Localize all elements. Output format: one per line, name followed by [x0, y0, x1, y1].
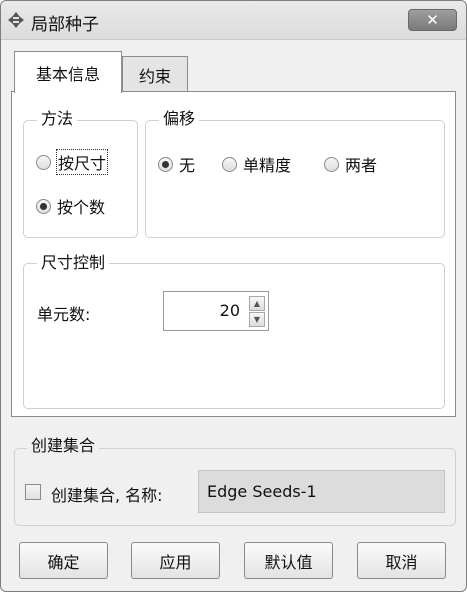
- bias-group-title: 偏移: [159, 110, 200, 128]
- cancel-button-label: 取消: [385, 552, 418, 572]
- method-by-count-radio[interactable]: 按个数: [36, 194, 105, 218]
- apply-button[interactable]: 应用: [131, 542, 220, 579]
- defaults-button-label: 默认值: [264, 552, 313, 572]
- bias-none-radio[interactable]: 无: [158, 152, 195, 176]
- radio-label: 按尺寸: [55, 149, 109, 175]
- radio-button[interactable]: [222, 156, 237, 172]
- cancel-button[interactable]: 取消: [357, 542, 446, 579]
- method-by-size-radio[interactable]: 按尺寸: [36, 149, 109, 175]
- create-set-label: 创建集合, 名称:: [51, 486, 163, 505]
- tab-basic-info[interactable]: 基本信息: [14, 51, 122, 93]
- ok-button[interactable]: 确定: [19, 542, 108, 579]
- ok-button-label: 确定: [47, 552, 80, 572]
- local-seeds-dialog: 局部种子 ✕ 基本信息 约束 方法 按尺寸 按个数 偏移 无 单精度 两者 尺寸…: [0, 0, 467, 592]
- spin-down-button[interactable]: ▼: [249, 312, 265, 327]
- tab-label: 基本信息: [35, 64, 100, 84]
- close-icon: ✕: [426, 11, 439, 29]
- arrow-down-icon: ▼: [253, 315, 261, 324]
- defaults-button[interactable]: 默认值: [244, 542, 333, 579]
- bias-single-radio[interactable]: 单精度: [222, 152, 291, 176]
- method-group-title: 方法: [37, 110, 78, 128]
- arrow-up-icon: ▲: [253, 299, 261, 308]
- apply-button-label: 应用: [159, 552, 192, 572]
- tab-constraints[interactable]: 约束: [122, 56, 188, 93]
- element-count-value: 20: [219, 301, 240, 320]
- size-control-group: [23, 263, 445, 409]
- create-set-group-title: 创建集合: [27, 437, 100, 455]
- close-button[interactable]: ✕: [408, 9, 457, 31]
- move-arrows-icon: [8, 12, 24, 28]
- radio-button[interactable]: [36, 154, 51, 170]
- method-group: [23, 120, 138, 238]
- radio-label: 两者: [345, 156, 378, 175]
- set-name-field[interactable]: Edge Seeds-1: [198, 470, 445, 513]
- element-count-label: 单元数:: [37, 305, 91, 324]
- size-control-group-title: 尺寸控制: [37, 254, 110, 272]
- bias-both-radio[interactable]: 两者: [324, 152, 377, 176]
- set-name-value: Edge Seeds-1: [207, 482, 317, 501]
- spin-up-button[interactable]: ▲: [249, 296, 265, 311]
- radio-button[interactable]: [324, 156, 339, 172]
- radio-button[interactable]: [36, 198, 51, 214]
- bias-group: [145, 120, 445, 238]
- radio-label: 单精度: [243, 156, 292, 175]
- radio-label: 无: [179, 156, 196, 175]
- title-bar[interactable]: 局部种子 ✕: [1, 1, 466, 40]
- element-count-spinbox[interactable]: 20 ▲ ▼: [163, 291, 269, 331]
- radio-button[interactable]: [158, 156, 173, 172]
- window-title: 局部种子: [31, 15, 99, 35]
- radio-label: 按个数: [57, 198, 106, 217]
- create-set-checkbox[interactable]: [25, 484, 41, 500]
- tab-label: 约束: [138, 67, 171, 86]
